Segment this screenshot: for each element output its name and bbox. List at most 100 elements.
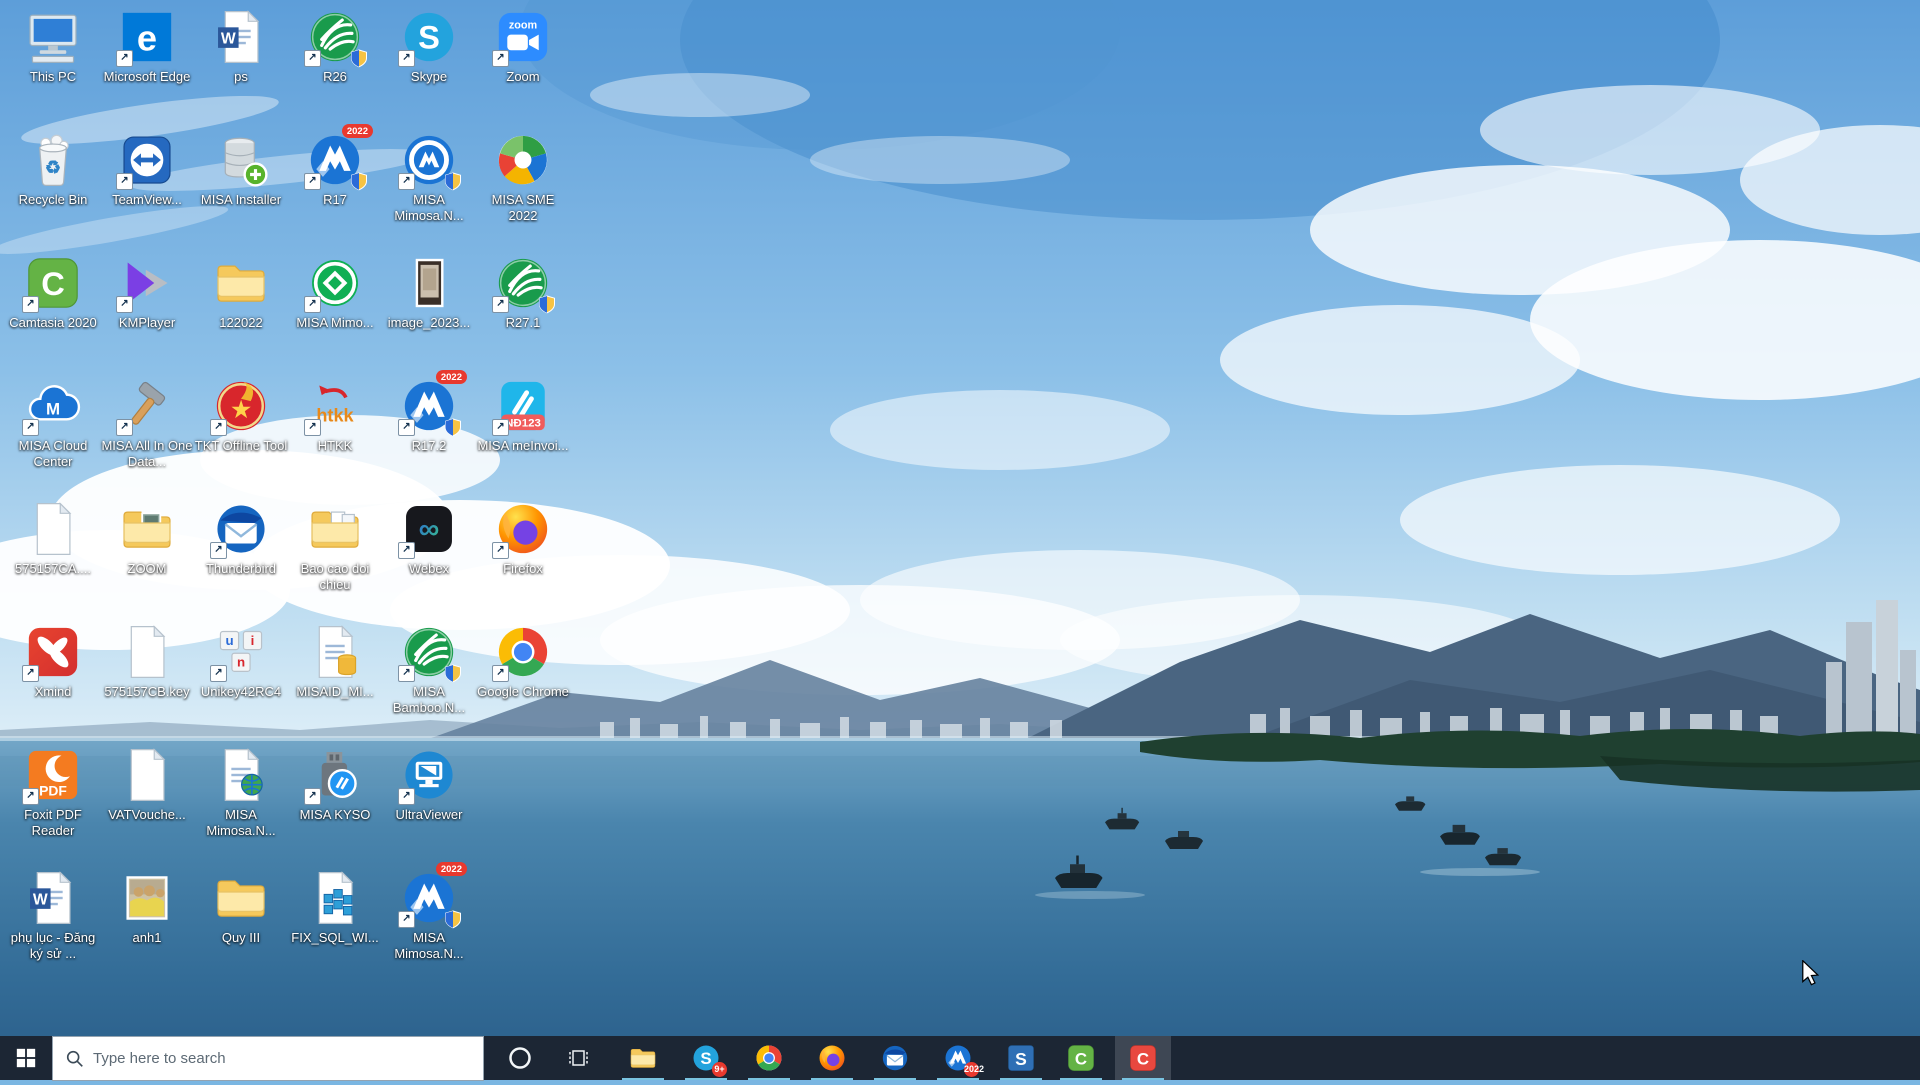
desktop-icon-misa-cloud-center[interactable]: M↗MISA Cloud Center (6, 377, 100, 469)
desktop-icon-ultraviewer[interactable]: ↗UltraViewer (382, 746, 476, 823)
desktop-icon-fix-sql[interactable]: FIX_SQL_WI... (288, 869, 382, 946)
desktop-icon-anh1[interactable]: anh1 (100, 869, 194, 946)
xmind-icon: ↗ (24, 623, 82, 681)
taskbar-app-file-explorer[interactable] (615, 1036, 671, 1080)
shortcut-arrow-icon: ↗ (398, 542, 415, 559)
chrome-icon: ↗ (494, 623, 552, 681)
desktop-icon-htkk[interactable]: htkk↗HTKK (288, 377, 382, 454)
desktop-icon-misa-all-in-one[interactable]: ↗MISA All In One Data... (100, 377, 194, 469)
uac-shield-icon (444, 910, 462, 929)
desktop-icon-folder-122022[interactable]: 122022 (194, 254, 288, 331)
icon-label: MISA Installer (194, 192, 288, 208)
uac-shield-icon (538, 295, 556, 314)
desktop-icon-misa-mimosa-ring[interactable]: ↗MISA Mimosa.N... (382, 131, 476, 223)
icon-label: MISA All In One Data... (100, 438, 194, 469)
taskbar-app-thunderbird[interactable] (867, 1036, 923, 1080)
taskbar-app-misa-sme[interactable]: 2022 (930, 1036, 986, 1080)
dbplus-icon (212, 131, 270, 189)
desktop-icon-thunderbird[interactable]: ↗Thunderbird (194, 500, 288, 577)
uac-shield-icon (444, 172, 462, 191)
svg-text:NĐ123: NĐ123 (505, 418, 541, 430)
desktop-icon-misa-installer[interactable]: MISA Installer (194, 131, 288, 208)
desktop-icon-misa-sme-2022[interactable]: MISA SME 2022 (476, 131, 570, 223)
icon-label: Xmind (6, 684, 100, 700)
desktop-icon-misa-mimo[interactable]: ↗MISA Mimo... (288, 254, 382, 331)
taskbar-app-skype[interactable]: S9+ (678, 1036, 734, 1080)
icon-label: MISA Mimosa.N... (194, 807, 288, 838)
desktop-icon-google-chrome[interactable]: ↗Google Chrome (476, 623, 570, 700)
year-badge: 2022 (436, 370, 467, 384)
desktop-icon-file-575157cb[interactable]: 575157CB.key (100, 623, 194, 700)
desktop-icon-unikey[interactable]: uin↗Unikey42RC4 (194, 623, 288, 700)
desktop-icon-misa-mimosa-doc[interactable]: MISA Mimosa.N... (194, 746, 288, 838)
start-button[interactable] (0, 1036, 52, 1080)
desktop-icon-recycle-bin[interactable]: ♻Recycle Bin (6, 131, 100, 208)
shortcut-arrow-icon: ↗ (22, 296, 39, 313)
icon-label: FIX_SQL_WI... (288, 930, 382, 946)
shortcut-arrow-icon: ↗ (210, 419, 227, 436)
taskbar-app-misa-s[interactable]: S (993, 1036, 1049, 1080)
shortcut-arrow-icon: ↗ (492, 665, 509, 682)
icon-label: Firefox (476, 561, 570, 577)
desktop-icon-tkt-offline-tool[interactable]: ★↗TKT Offline Tool (194, 377, 288, 454)
desktop-icon-folder-zoom[interactable]: ZOOM (100, 500, 194, 577)
shortcut-arrow-icon: ↗ (210, 665, 227, 682)
uac-shield-icon (444, 418, 462, 437)
shortcut-arrow-icon: ↗ (492, 296, 509, 313)
icon-label: MISA Bamboo.N... (382, 684, 476, 715)
uac-shield-icon (350, 49, 368, 68)
taskbar-app-firefox[interactable] (804, 1036, 860, 1080)
icon-label: Quy III (194, 930, 288, 946)
desktop-icon-r26[interactable]: ↗R26 (288, 8, 382, 85)
desktop-icon-misa-meinvoice[interactable]: NĐ123↗MISA meInvoi... (476, 377, 570, 454)
icon-label: Thunderbird (194, 561, 288, 577)
svg-text:M: M (46, 399, 60, 418)
desktop-icon-firefox[interactable]: ↗Firefox (476, 500, 570, 577)
desktop-icon-r17[interactable]: ↗2022R17 (288, 131, 382, 208)
desktop-icon-webex[interactable]: ∞↗Webex (382, 500, 476, 577)
desktop-icon-ps-doc[interactable]: Wps (194, 8, 288, 85)
cloudm-icon: M↗ (24, 377, 82, 435)
desktop-icon-xmind[interactable]: ↗ Xmind (6, 623, 100, 700)
desktop-icon-vatvoucher[interactable]: VATVouche... (100, 746, 194, 823)
svg-text:∞: ∞ (419, 514, 440, 546)
taskbar-app-google-chrome[interactable] (741, 1036, 797, 1080)
svg-text:W: W (221, 31, 236, 48)
desktop-icon-misa-bamboo[interactable]: ↗MISA Bamboo.N... (382, 623, 476, 715)
hammer-icon: ↗ (118, 377, 176, 435)
desktop-icon-this-pc[interactable]: This PC (6, 8, 100, 85)
icon-label: 122022 (194, 315, 288, 331)
desktop-icon-phu-luc-doc[interactable]: Wphụ lục - Đăng ký sử ... (6, 869, 100, 961)
folderimg-icon (118, 500, 176, 558)
icon-label: MISA Mimosa.N... (382, 192, 476, 223)
desktop-icon-r172[interactable]: ↗2022R17.2 (382, 377, 476, 454)
desktop-icon-misa-kyso[interactable]: ↗MISA KYSO (288, 746, 382, 823)
desktop-icon-camtasia-2020[interactable]: C↗Camtasia 2020 (6, 254, 100, 331)
icon-label: Skype (382, 69, 476, 85)
taskbar-app-camtasia-recorder[interactable]: C (1115, 1036, 1171, 1080)
desktop-icon-kmplayer[interactable]: ↗KMPlayer (100, 254, 194, 331)
desktop-icon-zoom-app[interactable]: zoom↗Zoom (476, 8, 570, 85)
misa-s-icon: S (1006, 1043, 1036, 1073)
desktop-icon-quy-iii[interactable]: Quy III (194, 869, 288, 946)
desktop-icon-misaid[interactable]: MISAID_MI... (288, 623, 382, 700)
desktop-icon-skype[interactable]: S↗Skype (382, 8, 476, 85)
desktop-icon-microsoft-edge[interactable]: e↗Microsoft Edge (100, 8, 194, 85)
desktop-icon-misa-mimosa-2022[interactable]: ↗2022MISA Mimosa.N... (382, 869, 476, 961)
task-view-button[interactable] (552, 1036, 604, 1080)
desktop-icon-image-2023[interactable]: image_2023... (382, 254, 476, 331)
desktop-icon-foxit-pdf-reader[interactable]: PDF↗Foxit PDF Reader (6, 746, 100, 838)
shortcut-arrow-icon: ↗ (116, 173, 133, 190)
search-input[interactable]: Type here to search (52, 1036, 484, 1081)
cortana-button[interactable] (494, 1036, 546, 1080)
search-icon (65, 1049, 85, 1069)
notification-badge: 9+ (712, 1062, 727, 1077)
desktop-icon-teamviewer[interactable]: ↗TeamView... (100, 131, 194, 208)
desktop-icon-bao-cao-doi-chieu[interactable]: Bao cao doi chieu (288, 500, 382, 592)
webex-icon: ∞↗ (400, 500, 458, 558)
desktop-icon-file-575157ca[interactable]: 575157CA.... (6, 500, 100, 577)
taskbar-app-camtasia[interactable]: C (1053, 1036, 1109, 1080)
svg-text:htkk: htkk (316, 406, 354, 426)
desktop-icon-r271[interactable]: ↗R27.1 (476, 254, 570, 331)
keys-icon: uin↗ (212, 623, 270, 681)
